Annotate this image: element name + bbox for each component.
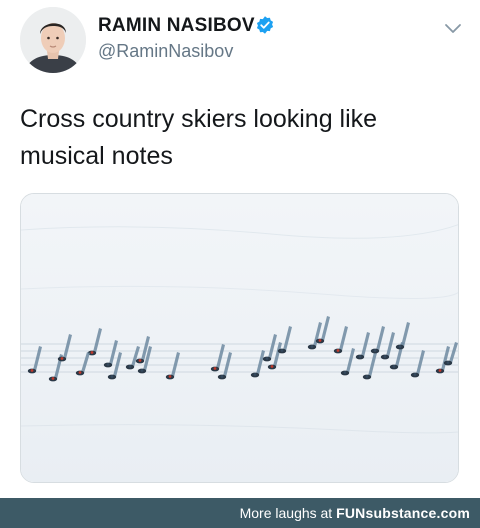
footer-bar: More laughs at FUNsubstance.com xyxy=(0,498,480,528)
footer-brand[interactable]: FUNsubstance.com xyxy=(336,505,470,521)
tweet-photo[interactable] xyxy=(20,193,459,483)
tweet-text: Cross country skiers looking like musica… xyxy=(20,101,460,175)
verified-badge-icon xyxy=(256,16,274,34)
handle[interactable]: @RaminNasibov xyxy=(98,41,233,62)
footer-prefix: More laughs at xyxy=(239,505,337,521)
chevron-down-icon[interactable] xyxy=(444,22,462,36)
tweet-header: RAMIN NASIBOV @RaminNasibov xyxy=(0,0,480,80)
display-name[interactable]: RAMIN NASIBOV xyxy=(98,15,255,37)
tweet-text-line: Cross country skiers looking like xyxy=(20,105,378,133)
avatar[interactable] xyxy=(20,7,86,73)
footer-text[interactable]: More laughs at FUNsubstance.com xyxy=(240,505,470,521)
tweet-text-line: musical notes xyxy=(20,142,173,170)
